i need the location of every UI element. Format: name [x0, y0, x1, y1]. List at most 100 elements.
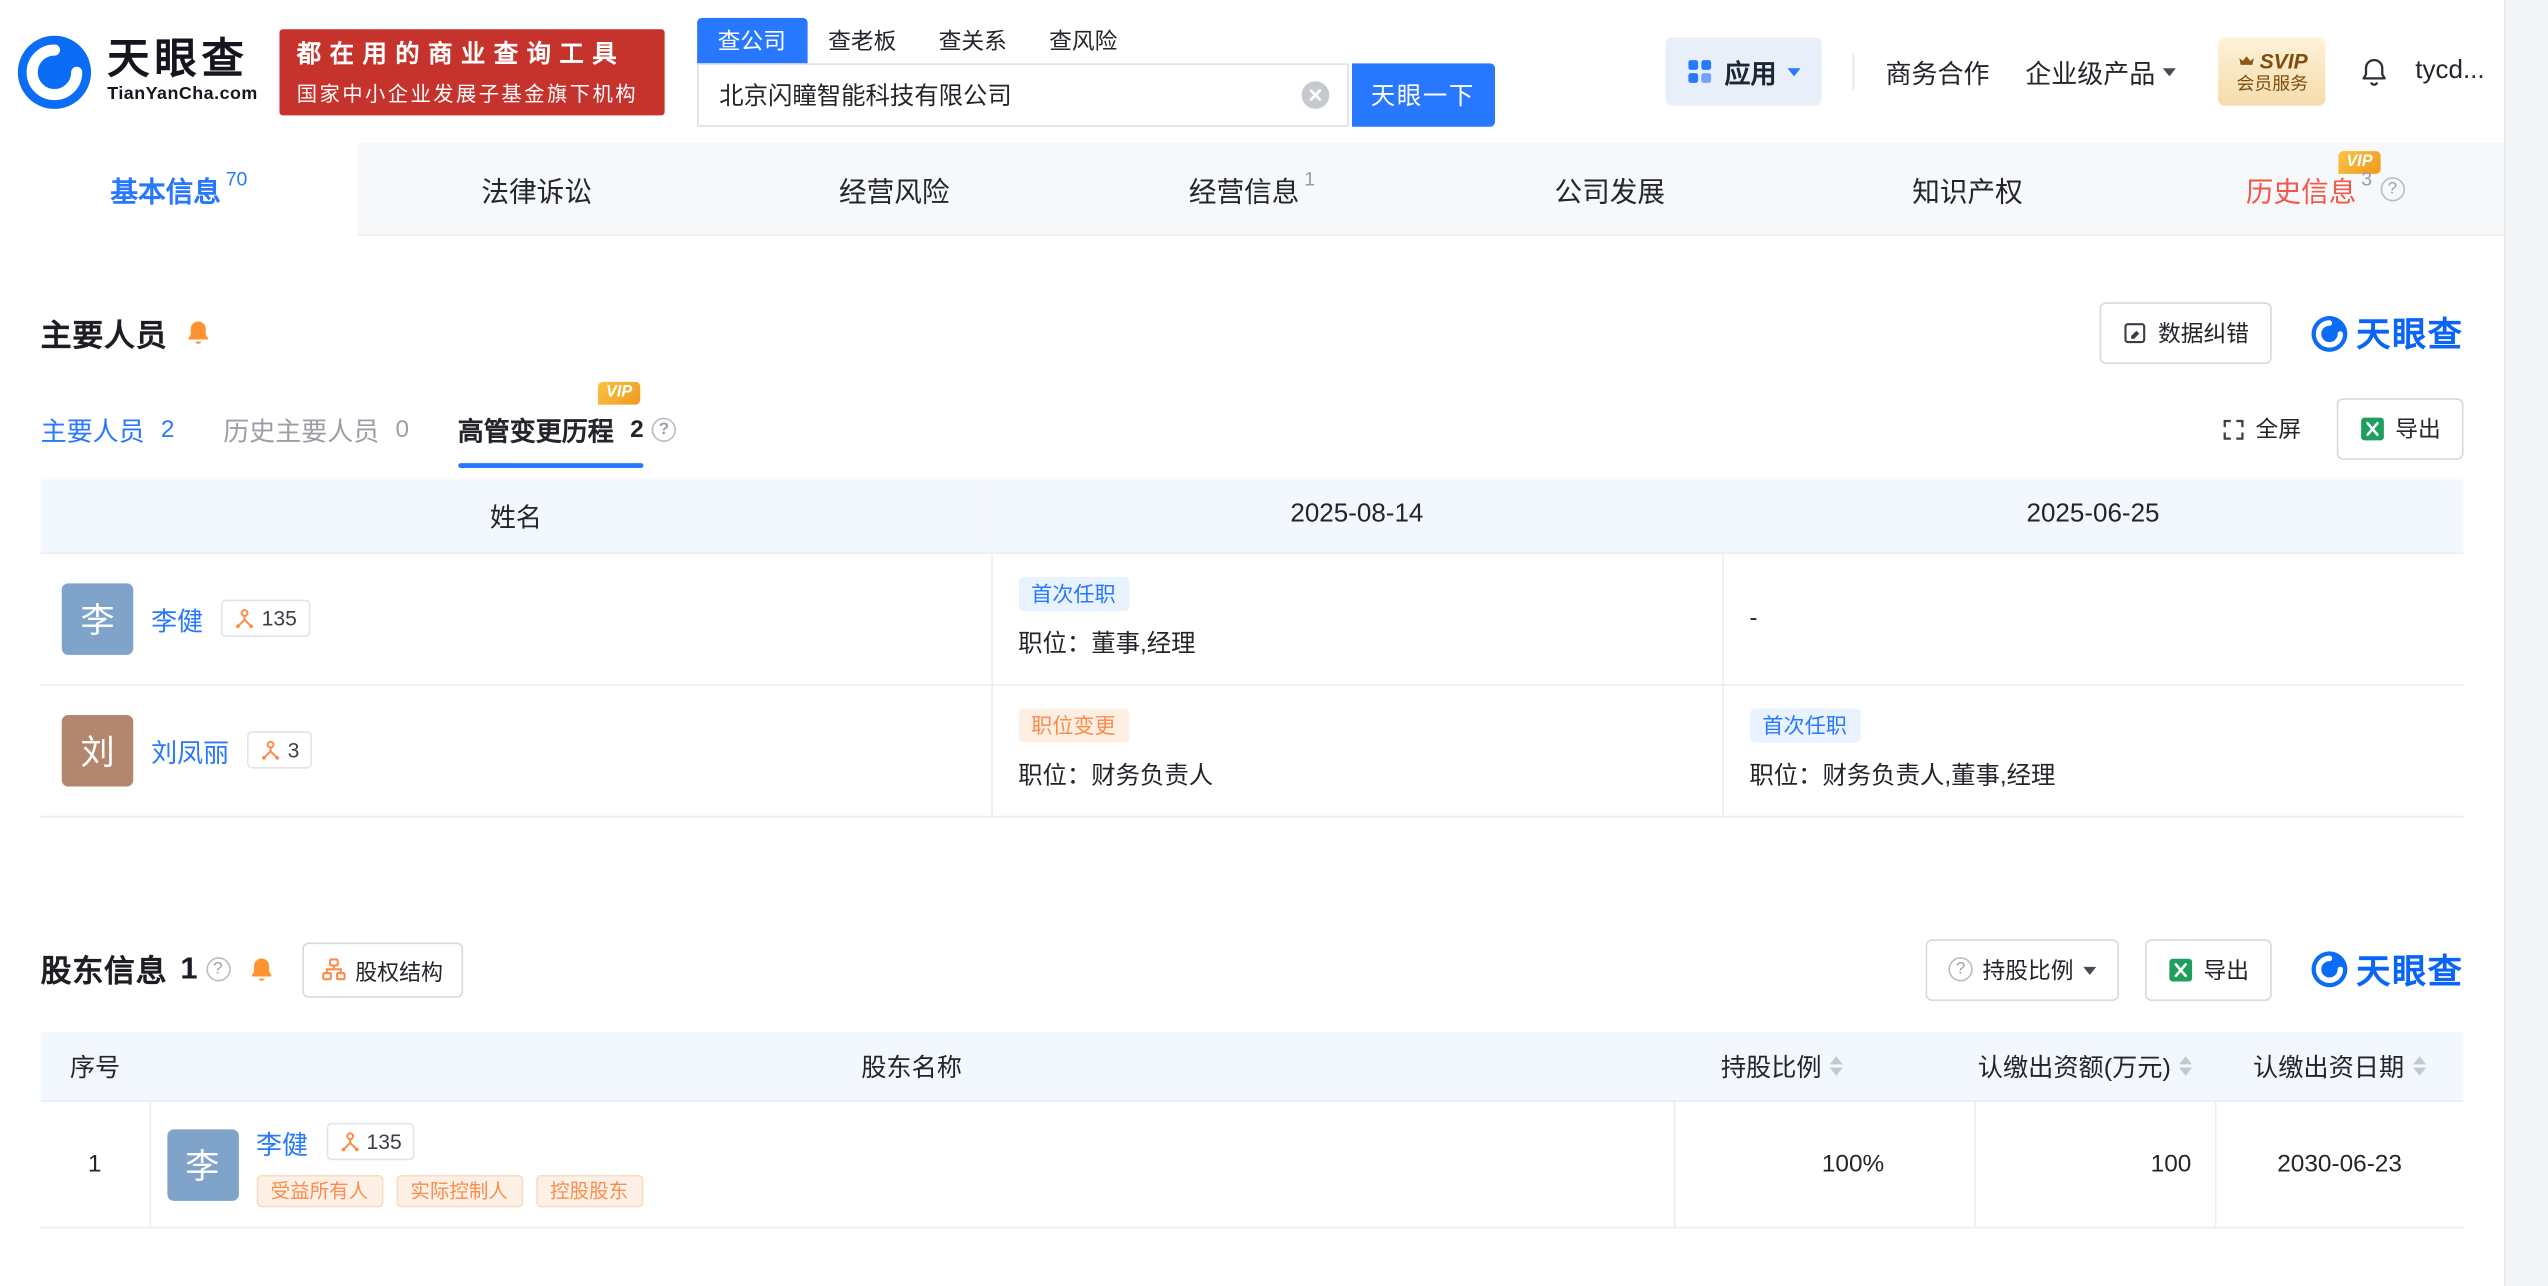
relations-count: 3 — [288, 738, 300, 762]
svip-subtitle: 会员服务 — [2237, 76, 2309, 94]
search-tab-company[interactable]: 查公司 — [697, 17, 808, 63]
member-row: 刘 刘凤丽 3 职位变更 职位：财务负责人 — [41, 684, 2464, 816]
tab-intellectual-property[interactable]: 知识产权 — [1789, 143, 2147, 234]
column-header-name: 姓名 — [41, 479, 992, 552]
sort-icons[interactable] — [1830, 1056, 1843, 1076]
avatar[interactable]: 李 — [167, 1129, 239, 1201]
chevron-down-icon — [1788, 68, 1801, 83]
ratio-filter-button[interactable]: ? 持股比例 — [1926, 938, 2119, 1000]
tab-key-members[interactable]: 主要人员 2 — [41, 410, 175, 449]
tab-history-info[interactable]: VIP 历史信息 3 ? — [2146, 143, 2504, 234]
subscribe-bell-icon[interactable] — [246, 955, 275, 984]
tab-count: 2 — [630, 415, 644, 443]
tab-basic-info[interactable]: 基本信息 70 — [0, 143, 358, 234]
data-correction-button[interactable]: 数据纠错 — [2100, 302, 2272, 364]
apps-grid-icon — [1687, 59, 1713, 85]
chevron-down-icon — [2163, 68, 2176, 83]
search-tab-risk[interactable]: 查风险 — [1028, 17, 1139, 63]
search-input[interactable] — [697, 63, 1349, 126]
notification-bell-icon[interactable] — [2358, 54, 2391, 88]
org-chart-icon — [321, 957, 345, 981]
apps-button[interactable]: 应用 — [1666, 37, 1822, 105]
company-tab-bar: 基本信息 70 法律诉讼 经营风险 经营信息 1 公司发展 知识产权 VIP 历… — [0, 143, 2504, 236]
vip-badge: VIP — [598, 382, 640, 405]
person-link[interactable]: 刘凤丽 — [151, 730, 229, 769]
logo-text: 天眼查 TianYanCha.com — [107, 38, 258, 106]
tab-company-development[interactable]: 公司发展 — [1431, 143, 1789, 234]
person-link[interactable]: 李健 — [256, 1122, 308, 1161]
header-right: 应用 商务合作 企业级产品 SVIP 会员服务 — [1666, 37, 2504, 105]
tab-operation-info[interactable]: 经营信息 1 — [1073, 143, 1431, 234]
member-row: 李 李健 135 首次任职 职位：董事,经理 — [41, 553, 2464, 685]
user-menu[interactable]: tycd... — [2415, 57, 2484, 86]
export-button[interactable]: 导出 — [2337, 398, 2464, 460]
tab-legal-proceedings[interactable]: 法律诉讼 — [358, 143, 716, 234]
change-cell: 首次任职 职位：董事,经理 — [991, 553, 1722, 685]
members-sub-tabs: 主要人员 2 历史主要人员 0 VIP 高管变更历程 — [41, 408, 2464, 450]
tab-main: 高管变更历程 2 — [458, 410, 644, 449]
shareholders-section: 股东信息 1 ? 股权结构 ? 持股 — [41, 940, 2464, 1228]
ratio-value: 100% — [1674, 1101, 1975, 1228]
help-icon[interactable]: ? — [2380, 176, 2404, 200]
avatar[interactable]: 刘 — [62, 714, 134, 786]
person-cell: 李 李健 135 — [41, 553, 992, 685]
search-button[interactable]: 天眼一下 — [1351, 63, 1494, 126]
shareholder-row: 1 李 李健 135 — [41, 1101, 2464, 1228]
position-text: 职位：董事,经理 — [1018, 626, 1722, 660]
search-input-wrap — [697, 63, 1349, 126]
column-header-date-2: 2025-06-25 — [1723, 479, 2464, 552]
tab-count: 1 — [1304, 167, 1315, 190]
help-icon[interactable]: ? — [652, 417, 676, 441]
biz-cooperation-link[interactable]: 商务合作 — [1885, 52, 1989, 91]
change-cell: - — [1723, 553, 2464, 685]
shareholder-tags: 受益所有人 实际控制人 控股股东 — [256, 1174, 643, 1207]
sort-asc-icon — [2412, 1056, 2425, 1064]
subscribe-bell-icon[interactable] — [184, 319, 213, 348]
tag-controlling-shareholder[interactable]: 控股股东 — [535, 1174, 642, 1207]
relations-chip[interactable]: 3 — [247, 731, 312, 768]
shareholders-count: 1 — [180, 951, 197, 987]
column-header-date[interactable]: 认缴出资日期 — [2215, 1031, 2464, 1101]
apps-label: 应用 — [1725, 52, 1777, 91]
tianyancha-watermark-icon — [2311, 951, 2348, 988]
sort-icons[interactable] — [2412, 1056, 2425, 1076]
search-tab-boss[interactable]: 查老板 — [807, 17, 918, 63]
tag-actual-controller[interactable]: 实际控制人 — [396, 1174, 523, 1207]
relations-count: 135 — [366, 1129, 401, 1153]
edit-doc-icon — [2122, 320, 2148, 346]
person-link[interactable]: 李健 — [151, 599, 203, 638]
logo-title: 天眼查 — [107, 38, 258, 82]
ratio-filter-label: 持股比例 — [1983, 953, 2074, 986]
avatar[interactable]: 李 — [62, 583, 134, 655]
relations-chip[interactable]: 135 — [221, 600, 310, 637]
tianyancha-logo[interactable]: 天眼查 TianYanCha.com — [16, 33, 258, 109]
chevron-down-icon — [2083, 966, 2096, 981]
data-correction-label: 数据纠错 — [2158, 317, 2249, 350]
fullscreen-button[interactable]: 全屏 — [2221, 413, 2301, 446]
tab-label: 主要人员 — [41, 410, 145, 449]
executive-changes-table: 姓名 2025-08-14 2025-06-25 李 李健 — [41, 479, 2464, 816]
tag-beneficial-owner[interactable]: 受益所有人 — [256, 1174, 383, 1207]
row-index: 1 — [41, 1101, 150, 1228]
equity-structure-button[interactable]: 股权结构 — [302, 942, 463, 997]
svip-member-button[interactable]: SVIP 会员服务 — [2219, 37, 2326, 105]
members-section-title: 主要人员 — [41, 311, 168, 355]
export-button[interactable]: 导出 — [2145, 938, 2272, 1000]
export-label: 导出 — [2395, 413, 2441, 446]
main-content: 主要人员 数据纠错 天眼查 — [0, 304, 2504, 1229]
column-header-amount[interactable]: 认缴出资额(万元) — [1974, 1031, 2215, 1101]
clear-icon[interactable] — [1301, 80, 1329, 108]
relations-chip[interactable]: 135 — [326, 1123, 415, 1160]
tab-operation-risk[interactable]: 经营风险 — [715, 143, 1073, 234]
help-icon[interactable]: ? — [206, 957, 230, 981]
sort-icons[interactable] — [2179, 1056, 2192, 1076]
column-header-ratio[interactable]: 持股比例 — [1674, 1031, 1975, 1101]
tab-history-members[interactable]: 历史主要人员 0 — [223, 410, 409, 449]
enterprise-products-link[interactable]: 企业级产品 — [2025, 52, 2176, 91]
search-area: 查公司 查老板 查关系 查风险 天眼一下 — [697, 17, 1495, 126]
members-header-right: 数据纠错 天眼查 — [2100, 302, 2464, 364]
search-tab-relation[interactable]: 查关系 — [918, 17, 1029, 63]
tab-executive-changes[interactable]: VIP 高管变更历程 2 ? — [458, 410, 676, 449]
shareholders-table: 序号 股东名称 持股比例 认缴出资额(万元) — [41, 1031, 2464, 1228]
equity-structure-label: 股权结构 — [355, 953, 443, 986]
